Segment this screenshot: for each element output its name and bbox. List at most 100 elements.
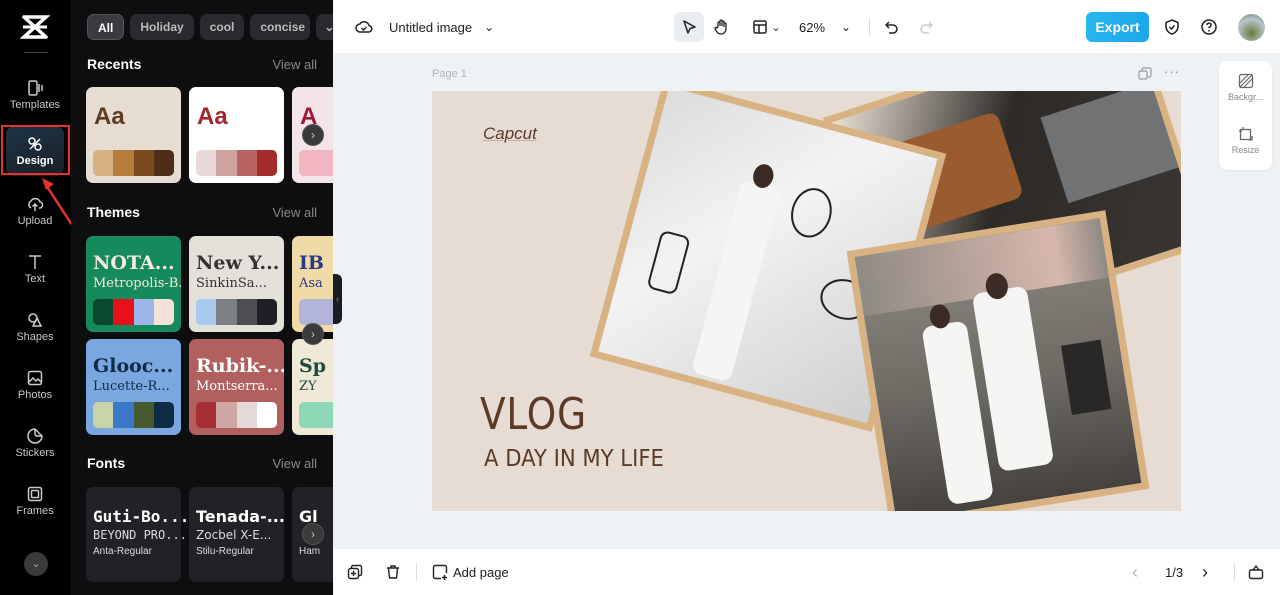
font-card[interactable]: Tenada-... Zocbel X-E... Stilu-Regular (189, 487, 285, 582)
page-more-button[interactable]: ··· (1164, 64, 1180, 79)
export-button[interactable]: Export (1086, 12, 1149, 42)
themes-next-button[interactable]: › (302, 323, 324, 345)
rail-divider (24, 52, 48, 53)
themes-view-all[interactable]: View all (272, 205, 317, 220)
layout-menu-button[interactable]: ⌄ (748, 14, 784, 40)
chip-holiday[interactable]: Holiday (130, 14, 194, 40)
page-indicator: 1/3 (1165, 564, 1184, 580)
rail-item-templates[interactable]: Templates (6, 70, 64, 120)
add-page-icon (432, 564, 448, 580)
page-manager-button[interactable] (1248, 561, 1264, 583)
help-button[interactable] (1199, 14, 1219, 40)
rail-more-button[interactable]: ⌄ (24, 552, 48, 576)
shield-button[interactable] (1162, 14, 1182, 40)
rail-label: Text (24, 273, 46, 285)
font-card-title: Guti-Bo... (93, 507, 190, 526)
color-swatch (133, 402, 154, 428)
color-swatch (93, 150, 114, 176)
theme-card[interactable]: Rubik-... Montserra... (189, 339, 284, 435)
document-title[interactable]: Untitled image ⌄ (389, 14, 494, 40)
photo-frame-couple[interactable] (846, 210, 1150, 511)
design-canvas[interactable]: Capcut VLOG A DAY IN MY LIFE (432, 91, 1181, 511)
headline-text[interactable]: VLOG (480, 389, 587, 440)
color-swatch (113, 402, 134, 428)
redo-button[interactable] (916, 14, 936, 40)
fonts-view-all[interactable]: View all (272, 456, 317, 471)
cloud-check-icon[interactable] (354, 14, 374, 40)
font-card[interactable]: Guti-Bo... BEYOND PRO... Anta-Regular (86, 487, 189, 582)
theme-card[interactable]: New Y... SinkinSa... (189, 236, 284, 332)
theme-card[interactable]: Sp ZY (292, 339, 333, 435)
brand-text[interactable]: Capcut (483, 124, 537, 144)
color-palette (196, 402, 277, 428)
shield-check-icon (1165, 19, 1179, 35)
zoom-level[interactable]: 62% (799, 14, 825, 40)
subheadline-text[interactable]: A DAY IN MY LIFE (484, 446, 664, 472)
stickers-icon (27, 428, 43, 444)
color-swatch (196, 299, 217, 325)
pointer-icon (683, 20, 696, 34)
rail-item-frames[interactable]: Frames (6, 476, 64, 526)
rail-label: Shapes (16, 331, 54, 343)
color-swatch (196, 402, 217, 428)
rail-item-text[interactable]: Text (6, 244, 64, 294)
theme-card[interactable]: Glooc... Lucette-R... (86, 339, 181, 435)
font-card-caption: Ham (299, 546, 321, 557)
recents-view-all[interactable]: View all (272, 57, 317, 72)
add-page-button[interactable]: Add page (432, 561, 509, 583)
hand-tool-button[interactable] (711, 14, 733, 40)
duplicate-page-button[interactable] (347, 561, 363, 583)
select-tool-button[interactable] (674, 12, 704, 42)
color-swatch (216, 299, 237, 325)
resize-icon (1238, 127, 1253, 141)
recent-style-card[interactable]: Aa (189, 87, 284, 183)
recents-next-button[interactable]: › (302, 124, 324, 146)
toolbar-divider (869, 18, 870, 36)
fonts-next-button[interactable]: › (302, 523, 324, 545)
background-button[interactable]: Backgr... (1219, 73, 1272, 102)
chip-concise[interactable]: concise (250, 14, 311, 40)
theme-title: Sp (299, 355, 327, 377)
user-avatar[interactable] (1238, 14, 1265, 41)
chips-expand-button[interactable]: ⌄ (316, 14, 333, 40)
templates-icon (28, 80, 43, 96)
recents-title: Recents (87, 56, 142, 72)
chip-all[interactable]: All (87, 14, 125, 40)
rail-item-shapes[interactable]: Shapes (6, 302, 64, 352)
font-card-caption: Stilu-Regular (196, 546, 254, 557)
collapse-panel-handle[interactable]: ‹ (333, 274, 342, 324)
design-panel: All Holiday cool concise ⌄ Recents View … (71, 0, 333, 595)
prev-page-button[interactable]: ‹ (1132, 561, 1138, 583)
undo-button[interactable] (882, 14, 902, 40)
theme-subtitle: SinkinSa... (196, 276, 267, 291)
laptop-image (1040, 91, 1181, 204)
theme-card[interactable]: NOTA... Metropolis-B... (86, 236, 181, 332)
color-swatch (113, 299, 134, 325)
theme-card[interactable]: IB Asa (292, 236, 333, 332)
capcut-logo[interactable] (19, 14, 51, 40)
duplicate-page-icon[interactable] (1138, 67, 1152, 81)
chevron-down-icon: ⌄ (484, 20, 495, 34)
next-page-button[interactable]: › (1202, 561, 1208, 583)
recent-style-card[interactable]: Aa (86, 87, 181, 183)
rail-item-photos[interactable]: Photos (6, 360, 64, 410)
delete-page-button[interactable] (385, 561, 401, 583)
resize-button[interactable]: Resize (1219, 126, 1272, 155)
rail-item-stickers[interactable]: Stickers (6, 418, 64, 468)
color-swatch (93, 402, 114, 428)
redo-icon (920, 21, 934, 34)
top-bar: Untitled image ⌄ ⌄ 62% ⌄ Export (334, 0, 1280, 53)
rail-label: Photos (17, 389, 53, 401)
color-palette (93, 150, 174, 176)
font-card-caption: Anta-Regular (93, 546, 152, 557)
zoom-dropdown-button[interactable]: ⌄ (841, 14, 851, 40)
color-swatch (93, 299, 114, 325)
add-page-label: Add page (453, 564, 509, 580)
layout-icon (753, 20, 768, 34)
color-swatch (299, 299, 333, 325)
resize-label: Resize (1231, 145, 1260, 155)
color-swatch (216, 402, 237, 428)
theme-subtitle: Montserra... (196, 379, 278, 394)
pages-panel-icon (1248, 564, 1264, 580)
chip-cool[interactable]: cool (199, 14, 245, 40)
